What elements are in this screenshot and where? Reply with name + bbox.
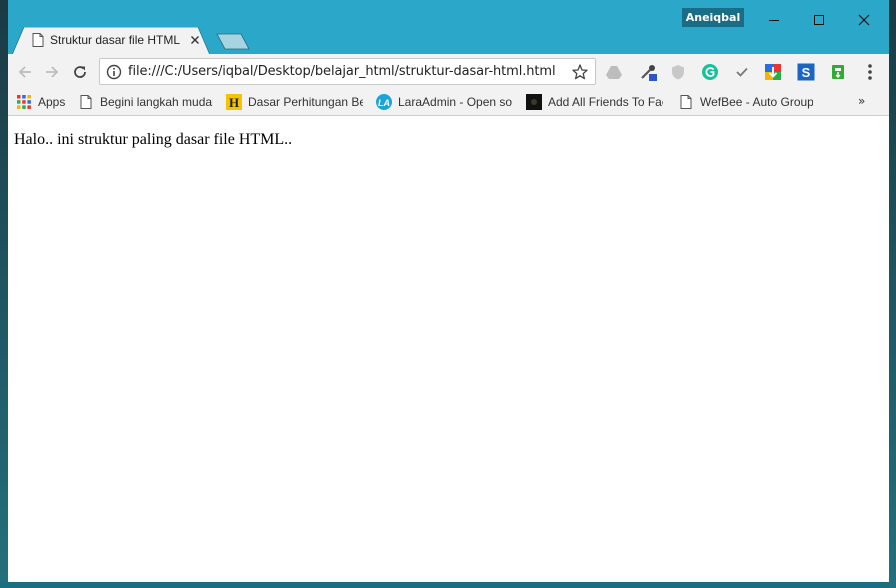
svg-text:LA: LA xyxy=(378,98,390,108)
minimize-button[interactable] xyxy=(752,6,796,34)
laraadmin-icon: LA xyxy=(376,94,392,110)
bookmark-label: WefBee - Auto Group xyxy=(700,95,813,109)
forward-button[interactable] xyxy=(42,62,62,82)
close-icon xyxy=(858,14,870,26)
bookmark-add-all-friends[interactable]: Add All Friends To Fac xyxy=(526,93,663,111)
apps-grid-icon xyxy=(16,94,32,110)
forward-arrow-icon xyxy=(46,66,59,78)
eyedropper-icon[interactable] xyxy=(639,63,657,81)
info-icon[interactable] xyxy=(106,64,122,80)
bookmark-label: Apps xyxy=(38,95,66,109)
profile-badge[interactable]: Aneiqbal xyxy=(682,8,744,27)
bookmark-label: Add All Friends To Fac xyxy=(548,95,663,109)
bookmark-label: LaraAdmin - Open so xyxy=(398,95,513,109)
reload-icon xyxy=(74,66,86,78)
url-text[interactable]: file:///C:/Users/iqbal/Desktop/belajar_h… xyxy=(128,64,556,79)
shield-icon[interactable] xyxy=(669,63,687,81)
bookmarks-overflow-button[interactable]: » xyxy=(858,94,865,108)
page-icon xyxy=(678,94,694,110)
page-icon xyxy=(78,94,94,110)
bookmark-apps[interactable]: Apps xyxy=(16,93,65,111)
tab-title: Struktur dasar file HTML xyxy=(50,33,181,47)
image-downloader-icon[interactable] xyxy=(764,63,782,81)
bookmark-dasar-perhitungan[interactable]: H Dasar Perhitungan Be xyxy=(226,93,363,111)
check-icon[interactable] xyxy=(733,63,751,81)
new-tab-button[interactable] xyxy=(216,33,250,50)
tab-active[interactable]: Struktur dasar file HTML xyxy=(12,27,211,55)
bookmark-label: Begini langkah mudah xyxy=(100,95,213,109)
page-content: Halo.. ini struktur paling dasar file HT… xyxy=(8,116,889,582)
google-drive-icon[interactable] xyxy=(605,63,623,81)
bookmark-begini-langkah[interactable]: Begini langkah mudah xyxy=(78,93,213,111)
menu-icon[interactable] xyxy=(863,63,877,81)
svg-text:S: S xyxy=(802,65,811,80)
toolbar: file:///C:/Users/iqbal/Desktop/belajar_h… xyxy=(8,54,889,89)
window-bottom-border xyxy=(0,582,896,588)
svg-text:H: H xyxy=(229,95,239,110)
back-button[interactable] xyxy=(15,62,35,82)
s-extension-icon[interactable]: S xyxy=(797,63,815,81)
page-text: Halo.. ini struktur paling dasar file HT… xyxy=(14,131,293,148)
browser-window: Aneiqbal Struktur dasar file HTML file:/… xyxy=(0,0,896,588)
minimize-icon xyxy=(769,20,779,21)
address-bar[interactable]: file:///C:/Users/iqbal/Desktop/belajar_h… xyxy=(99,58,596,85)
bookmark-wefbee[interactable]: WefBee - Auto Group xyxy=(678,93,813,111)
reload-button[interactable] xyxy=(70,62,90,82)
green-extension-icon[interactable] xyxy=(829,63,847,81)
star-icon[interactable] xyxy=(571,63,589,81)
bookmark-laraadmin[interactable]: LA LaraAdmin - Open so xyxy=(376,93,513,111)
bookmarks-bar: Apps Begini langkah mudah H Dasar Perhit… xyxy=(8,89,889,116)
back-arrow-icon xyxy=(18,66,31,78)
grammarly-icon[interactable] xyxy=(701,63,719,81)
maximize-button[interactable] xyxy=(797,6,841,34)
tab-close-icon[interactable] xyxy=(188,33,202,47)
bookmark-label: Dasar Perhitungan Be xyxy=(248,95,363,109)
close-window-button[interactable] xyxy=(842,6,886,34)
page-icon xyxy=(32,33,44,47)
dark-icon xyxy=(526,94,542,110)
h-logo-icon: H xyxy=(226,94,242,110)
maximize-icon xyxy=(814,15,824,25)
